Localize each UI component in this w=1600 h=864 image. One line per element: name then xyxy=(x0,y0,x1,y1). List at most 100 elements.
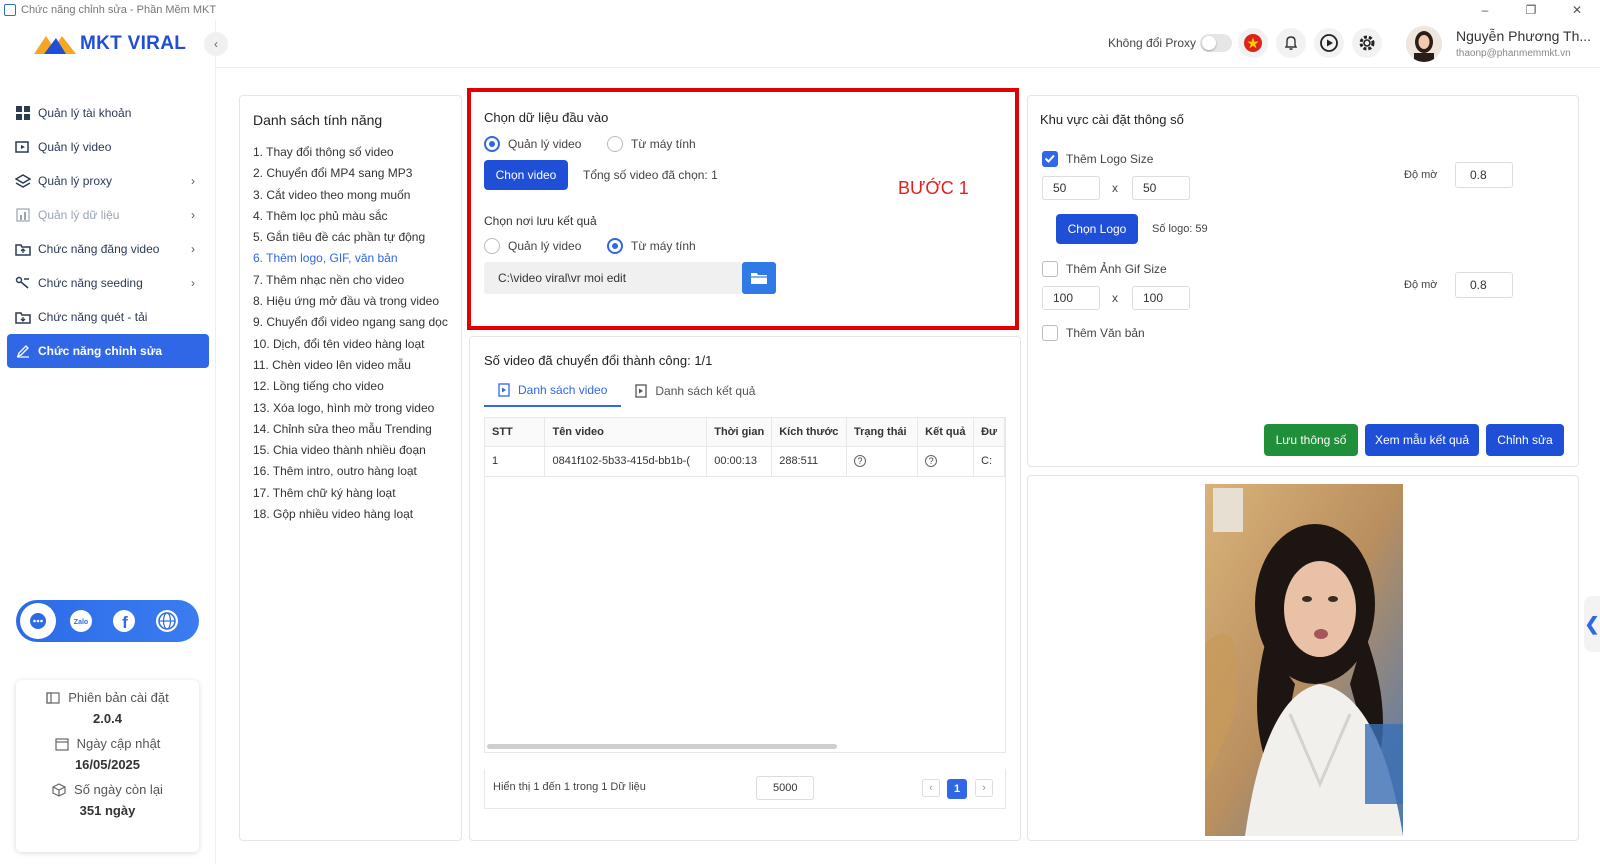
choose-logo-button[interactable]: Chọn Logo xyxy=(1056,214,1138,244)
box-icon xyxy=(52,782,66,797)
input-option-computer[interactable]: Từ máy tính xyxy=(607,136,696,152)
page-number-button[interactable]: 1 xyxy=(947,779,967,799)
sidebar-item-seeding[interactable]: Chức năng seeding › xyxy=(7,266,209,300)
tab-label: Danh sách video xyxy=(518,383,608,397)
save-settings-button[interactable]: Lưu thông số xyxy=(1264,424,1358,456)
table-row[interactable]: 1 0841f102-5b33-415d-bb1b-( 00:00:13 288… xyxy=(485,446,1005,477)
restore-icon[interactable]: ❐ xyxy=(1508,0,1554,20)
page-size-input[interactable]: 5000 xyxy=(756,776,814,800)
question-icon: ? xyxy=(854,455,867,467)
feature-item-selected[interactable]: 6. Thêm logo, GIF, văn bản xyxy=(253,248,448,269)
option-label: Từ máy tính xyxy=(631,137,696,151)
input-option-manage[interactable]: Quản lý video xyxy=(484,136,581,152)
column-header[interactable]: Đư xyxy=(973,418,1005,447)
avatar[interactable] xyxy=(1406,26,1442,62)
feature-item[interactable]: 17. Thêm chữ ký hàng loạt xyxy=(253,483,448,504)
gif-height-input[interactable]: 100 xyxy=(1132,286,1190,310)
feature-item[interactable]: 7. Thêm nhạc nền cho video xyxy=(253,270,448,291)
feature-item[interactable]: 12. Lồng tiếng cho video xyxy=(253,376,448,397)
feature-item[interactable]: 5. Gắn tiêu đề các phần tự động xyxy=(253,227,448,248)
radio-unchecked[interactable] xyxy=(607,136,623,152)
svg-text:f: f xyxy=(122,613,128,632)
upload-folder-icon xyxy=(15,241,31,257)
edit-button[interactable]: Chỉnh sửa xyxy=(1486,424,1564,456)
logo-size-checkbox[interactable] xyxy=(1042,151,1058,167)
tab-video-list[interactable]: Danh sách video xyxy=(484,375,622,407)
column-header[interactable]: Trạng thái xyxy=(846,418,919,447)
column-header[interactable]: Kết quả xyxy=(917,418,975,447)
sidebar-item-label: Chức năng chỉnh sửa xyxy=(38,344,163,358)
install-version-value: 2.0.4 xyxy=(93,711,122,726)
sidebar-item-post-video[interactable]: Chức năng đăng video › xyxy=(7,232,209,266)
feature-item[interactable]: 4. Thêm lọc phủ màu sắc xyxy=(253,206,448,227)
version-card: Phiên bản cài đặt 2.0.4 Ngày cập nhật 16… xyxy=(16,680,199,852)
tab-result-list[interactable]: Danh sách kết quả xyxy=(621,375,769,407)
column-header[interactable]: Tên video xyxy=(544,418,708,447)
cell-status: ? xyxy=(846,446,919,477)
column-header[interactable]: STT xyxy=(485,418,546,447)
choose-video-button[interactable]: Chọn video xyxy=(484,160,568,190)
bell-icon[interactable] xyxy=(1276,28,1306,58)
feature-item[interactable]: 18. Gộp nhiều video hàng loạt xyxy=(253,504,448,525)
sidebar-item-edit[interactable]: Chức năng chỉnh sửa xyxy=(7,334,209,368)
logo-text: MKT VIRAL xyxy=(80,33,187,54)
browse-folder-button[interactable] xyxy=(742,262,776,294)
minimize-icon[interactable]: – xyxy=(1462,0,1508,20)
times-symbol: x xyxy=(1112,291,1118,305)
radio-unchecked[interactable] xyxy=(484,238,500,254)
sidebar: MKT VIRAL ‹ Quản lý tài khoản Quản lý vi… xyxy=(0,20,228,864)
gear-icon[interactable] xyxy=(1352,28,1382,58)
feature-item[interactable]: 9. Chuyển đổi video ngang sang dọc xyxy=(253,312,448,333)
feature-item[interactable]: 1. Thay đổi thông số video xyxy=(253,142,448,163)
feature-item[interactable]: 3. Cắt video theo mong muốn xyxy=(253,185,448,206)
radio-checked[interactable] xyxy=(484,136,500,152)
radio-checked[interactable] xyxy=(607,238,623,254)
gif-opacity-input[interactable]: 0.8 xyxy=(1455,272,1513,298)
feature-item[interactable]: 16. Thêm intro, outro hàng loạt xyxy=(253,461,448,482)
feature-item[interactable]: 13. Xóa logo, hình mờ trong video xyxy=(253,398,448,419)
horizontal-scrollbar[interactable] xyxy=(487,744,837,749)
column-header[interactable]: Kích thước xyxy=(771,418,848,447)
column-header[interactable]: Thời gian xyxy=(706,418,773,447)
close-icon[interactable]: ✕ xyxy=(1554,0,1600,20)
gif-width-input[interactable]: 100 xyxy=(1042,286,1100,310)
feature-item[interactable]: 11. Chèn video lên video mẫu xyxy=(253,355,448,376)
logo-height-input[interactable]: 50 xyxy=(1132,176,1190,200)
sidebar-item-accounts[interactable]: Quản lý tài khoản xyxy=(7,96,209,130)
logo: MKT VIRAL xyxy=(32,32,186,56)
save-option-manage[interactable]: Quản lý video xyxy=(484,238,581,254)
feature-item[interactable]: 15. Chia video thành nhiều đoạn xyxy=(253,440,448,461)
video-file-icon xyxy=(498,383,510,397)
text-checkbox[interactable] xyxy=(1042,325,1058,341)
prev-page-button[interactable]: ‹ xyxy=(922,779,940,797)
feature-item[interactable]: 2. Chuyển đổi MP4 sang MP3 xyxy=(253,163,448,184)
logo-width-input[interactable]: 50 xyxy=(1042,176,1100,200)
table-footer: Hiển thị 1 đến 1 trong 1 Dữ liệu 5000 ‹ … xyxy=(484,769,1006,809)
feature-item[interactable]: 14. Chỉnh sửa theo mẫu Trending xyxy=(253,419,448,440)
globe-icon[interactable] xyxy=(149,603,185,639)
support-icon[interactable] xyxy=(20,603,56,639)
app-icon xyxy=(4,4,16,16)
next-page-button[interactable]: › xyxy=(975,779,993,797)
collapse-sidebar-button[interactable]: ‹ xyxy=(204,32,228,56)
feature-item[interactable]: 8. Hiệu ứng mở đầu và trong video xyxy=(253,291,448,312)
sidebar-item-proxy[interactable]: Quản lý proxy › xyxy=(7,164,209,198)
expand-panel-button[interactable]: ❮ xyxy=(1584,596,1600,652)
sidebar-item-scan-download[interactable]: Chức năng quét - tải xyxy=(7,300,209,334)
chevron-right-icon: › xyxy=(191,276,195,290)
save-option-computer[interactable]: Từ máy tính xyxy=(607,238,696,254)
zalo-icon[interactable]: Zalo xyxy=(63,603,99,639)
feature-item[interactable]: 10. Dịch, đổi tên video hàng loạt xyxy=(253,334,448,355)
sidebar-item-data[interactable]: Quản lý dữ liệu › xyxy=(7,198,209,232)
preview-result-button[interactable]: Xem mẫu kết quả xyxy=(1365,424,1479,456)
vietnam-flag-icon[interactable] xyxy=(1238,28,1268,58)
logo-opacity-input[interactable]: 0.8 xyxy=(1455,162,1513,188)
proxy-toggle[interactable] xyxy=(1200,34,1232,52)
proxy-toggle-label: Không đổi Proxy xyxy=(1108,36,1197,50)
gif-size-checkbox[interactable] xyxy=(1042,261,1058,277)
sidebar-item-videos[interactable]: Quản lý video xyxy=(7,130,209,164)
play-icon[interactable] xyxy=(1314,28,1344,58)
layers-icon xyxy=(15,173,31,189)
save-path-input[interactable]: C:\video viral\vr moi edit xyxy=(484,262,742,294)
facebook-icon[interactable]: f xyxy=(106,603,142,639)
